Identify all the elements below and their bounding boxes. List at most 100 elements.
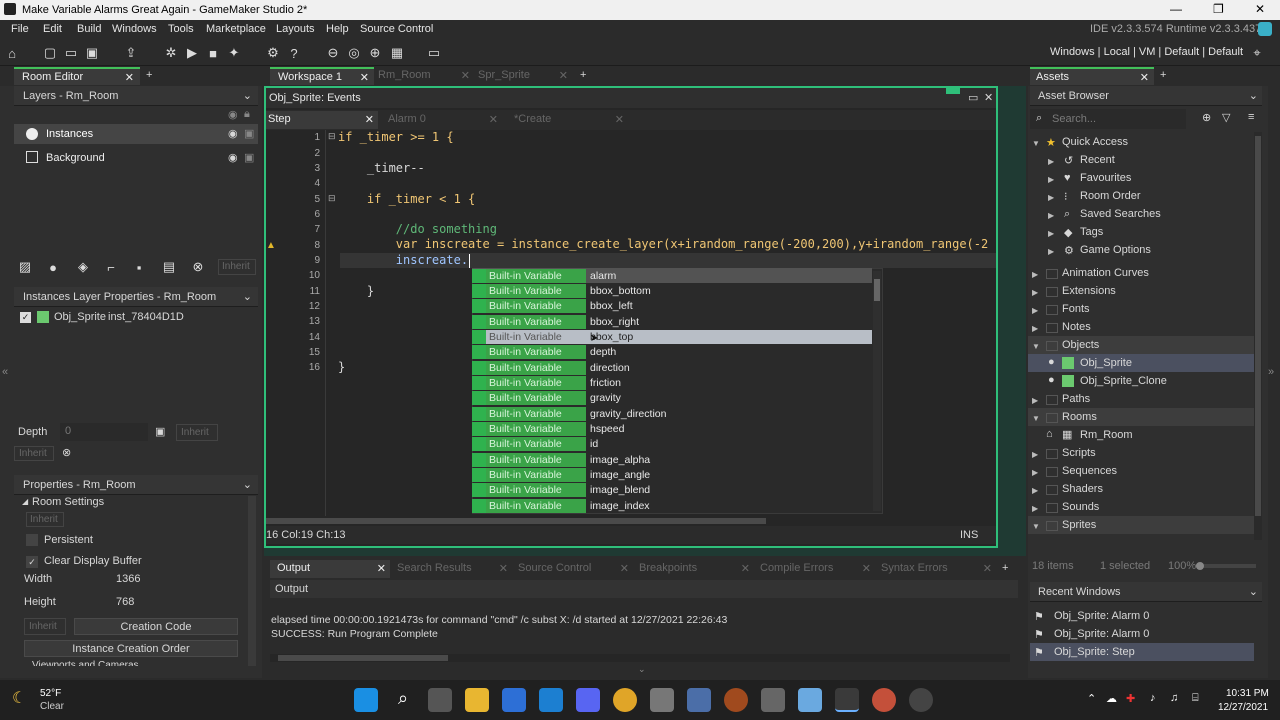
lock-icon[interactable]: ▣ — [244, 151, 254, 164]
task-view-icon[interactable] — [428, 688, 452, 712]
creation-code-button[interactable]: Creation Code — [74, 618, 238, 635]
close-icon[interactable]: ✕ — [461, 69, 470, 82]
export-icon[interactable]: ⇪ — [122, 44, 140, 62]
close-icon[interactable]: ✕ — [1255, 2, 1265, 16]
asset-group[interactable]: Shaders — [1062, 480, 1103, 498]
scrollbar[interactable] — [873, 271, 881, 511]
run-icon[interactable]: ▶ — [183, 44, 201, 62]
gamemaker-icon[interactable] — [835, 688, 859, 712]
chrome-icon[interactable] — [613, 688, 637, 712]
network-icon[interactable]: ⌸ — [1192, 692, 1199, 705]
autocomplete-item[interactable]: Built-in Variable bbox_left — [472, 298, 872, 313]
menu-edit[interactable]: Edit — [43, 23, 62, 35]
discord-icon[interactable] — [576, 688, 600, 712]
expand-arrow-icon[interactable]: ▼ — [1032, 139, 1040, 148]
layer-row-instances[interactable]: Instances ◉ ▣ — [14, 124, 258, 144]
file-explorer-icon[interactable] — [465, 688, 489, 712]
autocomplete-item[interactable]: Built-in Variable friction — [472, 375, 872, 390]
home-icon[interactable]: ⌂ — [3, 44, 21, 62]
inherit-button[interactable]: Inherit — [26, 512, 64, 527]
tab-search-results[interactable]: Search Results ✕ — [392, 560, 510, 578]
horizontal-scrollbar[interactable] — [266, 516, 996, 526]
quick-access-label[interactable]: Quick Access — [1062, 133, 1128, 151]
add-background-icon[interactable]: ▨ — [16, 258, 34, 276]
menu-file[interactable]: File — [11, 23, 29, 35]
chevron-down-icon[interactable]: ⌄ — [243, 290, 252, 303]
room-properties-header[interactable]: Properties - Rm_Room ⌄ — [14, 475, 258, 495]
layers-header[interactable]: Layers - Rm_Room ⌄ — [14, 86, 258, 106]
asset-group[interactable]: Animation Curves — [1062, 264, 1149, 282]
tab-breakpoints[interactable]: Breakpoints ✕ — [634, 560, 752, 578]
chevron-up-icon[interactable]: ⌃ — [1087, 692, 1096, 705]
recent-window[interactable]: Obj_Sprite: Alarm 0 — [1054, 607, 1149, 625]
recent-windows-header[interactable]: Recent Windows ⌄ — [1030, 582, 1262, 602]
asset-group[interactable]: Fonts — [1062, 300, 1090, 318]
inherit-button[interactable]: Inherit — [176, 424, 218, 441]
asset-group[interactable]: Scripts — [1062, 444, 1096, 462]
add-tab-icon[interactable]: + — [580, 69, 586, 81]
asset-group[interactable]: Paths — [1062, 390, 1090, 408]
persistent-checkbox[interactable] — [26, 534, 38, 546]
clock-date[interactable]: 12/27/2021 — [1218, 702, 1268, 713]
close-icon[interactable]: ✕ — [1140, 71, 1149, 84]
asset-item[interactable]: Obj_Sprite — [1080, 354, 1132, 372]
height-field[interactable]: 768 — [116, 596, 134, 608]
quick-item[interactable]: Tags — [1080, 223, 1103, 241]
close-icon[interactable]: ✕ — [984, 91, 993, 104]
filter-icon[interactable]: ▽ — [1222, 111, 1230, 124]
autocomplete-item[interactable]: Built-in Variable id — [472, 436, 872, 451]
settings-icon[interactable]: ⚙ — [264, 44, 282, 62]
tab-output[interactable]: Output ✕ — [270, 560, 390, 578]
chevron-down-icon[interactable]: ⌄ — [1249, 585, 1258, 598]
autocomplete-item[interactable]: Built-in Variable depth — [472, 344, 872, 359]
tab-assets[interactable]: Assets ✕ — [1030, 67, 1154, 85]
app-icon[interactable] — [761, 688, 785, 712]
scrollbar[interactable] — [1254, 132, 1262, 540]
grid-icon[interactable]: ▦ — [388, 44, 406, 62]
notepad-icon[interactable] — [798, 688, 822, 712]
events-window-titlebar[interactable]: Obj_Sprite: Events ▭ ✕ — [266, 88, 996, 108]
save-icon[interactable]: ▣ — [83, 44, 101, 62]
add-tab-icon[interactable]: + — [1160, 69, 1166, 81]
eye-icon[interactable]: ◉ — [228, 108, 238, 121]
obs-icon[interactable] — [909, 688, 933, 712]
zoom-out-icon[interactable]: ⊖ — [324, 44, 342, 62]
chat-icon[interactable] — [1258, 22, 1272, 36]
close-icon[interactable]: ✕ — [499, 562, 508, 575]
eye-icon[interactable]: ◉ — [228, 151, 238, 164]
menu-tools[interactable]: Tools — [168, 23, 194, 35]
clean-icon[interactable]: ✦ — [225, 44, 243, 62]
tab-alarm-0[interactable]: Alarm 0 ✕ — [382, 111, 500, 129]
menu-layouts[interactable]: Layouts — [276, 23, 315, 35]
layer-row-background[interactable]: Background ◉ ▣ — [14, 148, 258, 168]
app-icon[interactable] — [724, 688, 748, 712]
asset-browser-header[interactable]: Asset Browser ⌄ — [1030, 86, 1262, 106]
debug-icon[interactable]: ✲ — [162, 44, 180, 62]
minimize-icon[interactable]: — — [1170, 2, 1182, 16]
tab-rm-room[interactable]: Rm_Room ✕ — [374, 67, 470, 85]
autocomplete-item[interactable]: Built-in Variable image_blend — [472, 482, 872, 497]
target-selector[interactable]: Windows | Local | VM | Default | Default — [1050, 46, 1243, 58]
close-icon[interactable]: ✕ — [741, 562, 750, 575]
chevron-down-icon[interactable]: ⌄ — [243, 478, 252, 491]
autocomplete-item[interactable]: Built-in Variable alarm — [472, 268, 872, 283]
recent-window[interactable]: Obj_Sprite: Step — [1054, 643, 1135, 661]
asset-group[interactable]: Sequences — [1062, 462, 1117, 480]
quick-item[interactable]: Room Order — [1080, 187, 1141, 205]
remove-icon[interactable]: ⊗ — [62, 446, 71, 459]
help-icon[interactable]: ? — [285, 44, 303, 62]
autocomplete-item[interactable]: Built-in Variable gravity — [472, 390, 872, 405]
clear-display-checkbox[interactable]: ✓ — [26, 556, 38, 568]
close-icon[interactable]: ✕ — [983, 562, 992, 575]
inherit-button[interactable]: Inherit — [24, 618, 66, 635]
scrollbar[interactable] — [248, 496, 256, 666]
tab-room-editor[interactable]: Room Editor ✕ — [14, 67, 140, 85]
fold-icon[interactable]: ⊟ — [328, 131, 336, 142]
close-icon[interactable]: ✕ — [620, 562, 629, 575]
mail-icon[interactable] — [539, 688, 563, 712]
eye-icon[interactable]: ◉ — [228, 127, 238, 140]
close-icon[interactable]: ✕ — [360, 71, 369, 84]
menu-windows[interactable]: Windows — [112, 23, 157, 35]
menu-help[interactable]: Help — [326, 23, 349, 35]
weather-temp[interactable]: 52°F — [40, 688, 61, 699]
